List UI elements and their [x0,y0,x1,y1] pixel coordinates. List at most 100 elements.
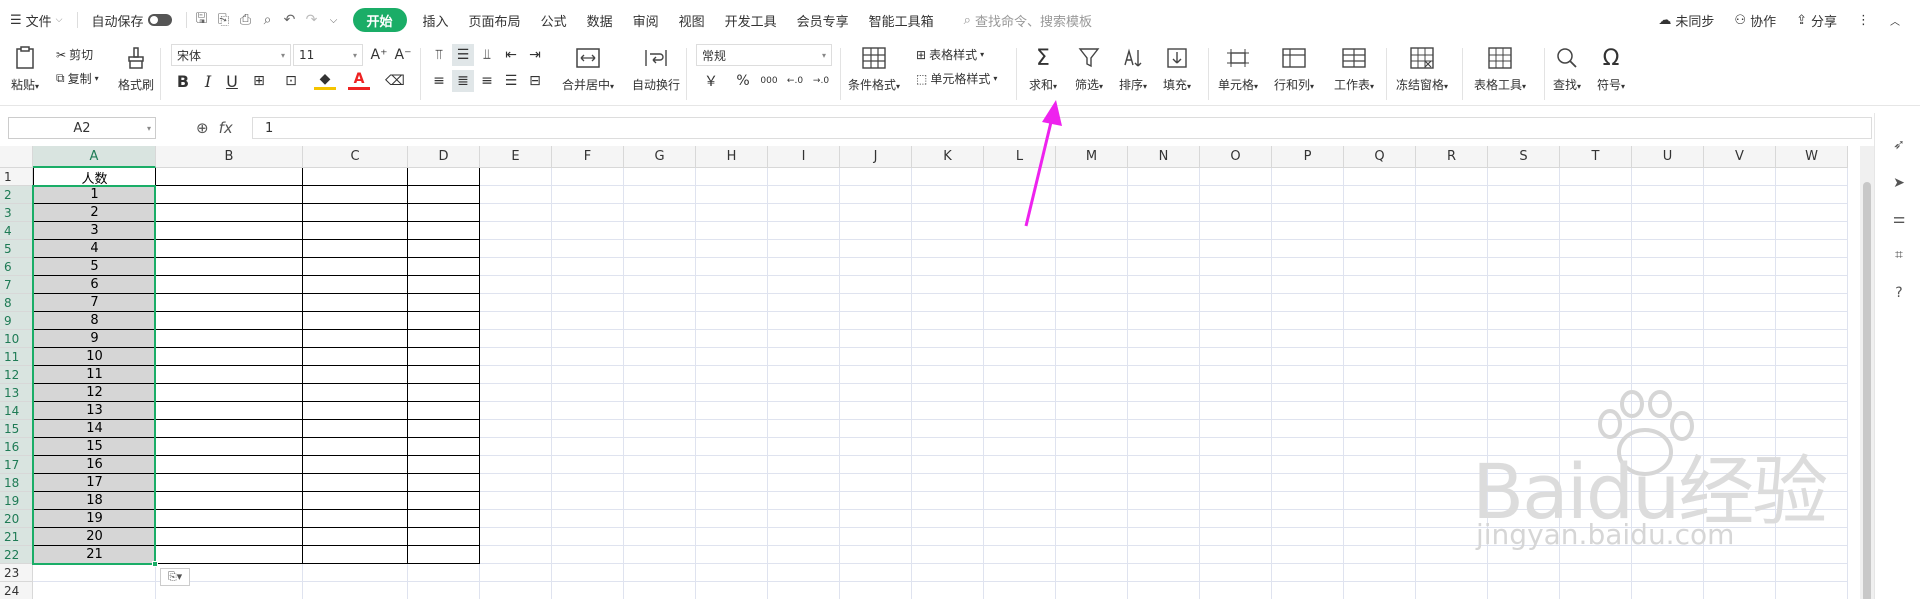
vertical-scrollbar[interactable] [1860,146,1874,599]
align-left-icon[interactable]: ≡ [428,70,450,92]
rocket-icon[interactable]: ➶ [1889,135,1909,155]
decrease-decimal-icon[interactable]: →.0 [810,70,832,92]
tab-formulas[interactable]: 公式 [531,7,577,33]
name-box[interactable]: A2 ▾ [8,117,156,139]
row-header[interactable]: 15 [0,420,33,438]
row-header[interactable]: 11 [0,348,33,366]
output-icon[interactable]: ⎘ [213,9,235,31]
sliders-icon[interactable]: ⚌ [1889,209,1909,229]
distribute-icon[interactable]: ⊟ [524,70,546,92]
row-header[interactable]: 17 [0,456,33,474]
column-header[interactable]: W [1776,146,1848,168]
fill-style-icon[interactable]: ⊡ [280,70,302,92]
cell-style-button[interactable]: ⬚ 单元格样式 ▾ [916,70,997,87]
align-middle-icon[interactable]: ☰ [452,44,474,66]
table-tools-button[interactable]: 表格工具▾ [1474,44,1526,93]
tab-smart-toolbox[interactable]: 智能工具箱 [859,7,944,33]
fill-color-icon[interactable]: ◆ [314,70,336,90]
column-header[interactable]: J [840,146,912,168]
row-header[interactable]: 18 [0,474,33,492]
italic-icon[interactable]: I [197,70,219,92]
symbol-button[interactable]: Ω 符号▾ [1596,44,1626,93]
table-style-button[interactable]: ⊞ 表格样式 ▾ [916,46,984,63]
eraser-icon[interactable]: ⌫ [384,70,406,92]
increase-font-icon[interactable]: A⁺ [368,44,390,66]
tab-developer[interactable]: 开发工具 [715,7,787,33]
undo-icon[interactable]: ↶ [279,9,301,31]
column-header[interactable]: D [408,146,480,168]
column-header[interactable]: O [1200,146,1272,168]
row-header[interactable]: 2 [0,186,33,204]
column-header[interactable]: V [1704,146,1776,168]
scrollbar-thumb[interactable] [1863,182,1871,599]
column-header[interactable]: G [624,146,696,168]
row-header[interactable]: 9 [0,312,33,330]
zoom-icon[interactable]: ⊕ [196,119,209,137]
file-menu[interactable]: ☰ 文件 ⌵ [0,7,73,33]
collaborate-button[interactable]: ⚇ 协作 [1724,7,1786,33]
align-bottom-icon[interactable]: ⫫ [476,44,498,66]
decrease-font-icon[interactable]: A⁻ [392,44,414,66]
save-icon[interactable]: 🖫 [191,9,213,31]
sum-button[interactable]: Σ 求和▾ [1028,44,1058,93]
cell-button[interactable]: 单元格▾ [1218,44,1258,93]
print-preview-icon[interactable]: ⌕ [257,9,279,31]
collapse-ribbon[interactable]: ︿ [1880,7,1920,33]
column-header[interactable]: B [156,146,303,168]
row-col-button[interactable]: 行和列▾ [1274,44,1314,93]
fill-button[interactable]: 填充▾ [1162,44,1192,93]
conditional-format-button[interactable]: 条件格式▾ [848,44,900,93]
column-header[interactable]: P [1272,146,1344,168]
justify-icon[interactable]: ☰ [500,70,522,92]
border-icon[interactable]: ⊞ [248,70,270,92]
column-header[interactable]: H [696,146,768,168]
indent-decrease-icon[interactable]: ⇤ [500,44,522,66]
row-header[interactable]: 22 [0,546,33,564]
column-header[interactable]: R [1416,146,1488,168]
row-header[interactable]: 24 [0,582,33,599]
underline-icon[interactable]: U [221,70,243,92]
worksheet-button[interactable]: 工作表▾ [1334,44,1374,93]
fx-icon[interactable]: fx [219,119,233,137]
column-header[interactable]: A [33,146,156,168]
column-header[interactable]: Q [1344,146,1416,168]
tab-member[interactable]: 会员专享 [787,7,859,33]
column-header[interactable]: S [1488,146,1560,168]
column-header[interactable]: C [303,146,408,168]
percent-icon[interactable]: % [732,70,754,92]
format-painter-button[interactable]: 格式刷 [118,44,154,93]
select-all-corner[interactable] [0,146,33,168]
row-header[interactable]: 12 [0,366,33,384]
row-header[interactable]: 23 [0,564,33,582]
more-menu[interactable]: ⋮ [1847,7,1880,33]
redo-icon[interactable]: ↷ [301,9,323,31]
column-header[interactable]: F [552,146,624,168]
sort-button[interactable]: 排序▾ [1118,44,1148,93]
filter-button[interactable]: 筛选▾ [1074,44,1104,93]
find-button[interactable]: 查找▾ [1552,44,1582,93]
row-header[interactable]: 16 [0,438,33,456]
font-size-select[interactable]: 11 ▾ [293,44,363,66]
copy-button[interactable]: ⧉ 复制 ▾ [56,70,99,87]
tab-home[interactable]: 开始 [352,8,407,32]
cursor-icon[interactable]: ➤ [1889,173,1909,193]
column-header[interactable]: K [912,146,984,168]
row-header[interactable]: 4 [0,222,33,240]
row-header[interactable]: 7 [0,276,33,294]
column-header[interactable]: I [768,146,840,168]
autosave-toggle[interactable]: 自动保存 [82,7,182,33]
freeze-panes-button[interactable]: 冻结窗格▾ [1396,44,1448,93]
align-right-icon[interactable]: ≡ [476,70,498,92]
row-header[interactable]: 13 [0,384,33,402]
sync-button[interactable]: ☁ 未同步 [1648,7,1724,33]
command-search[interactable]: ⌕ 查找命令、搜索模板 [954,11,1102,30]
row-header[interactable]: 19 [0,492,33,510]
row-header[interactable]: 1 [0,168,33,186]
share-button[interactable]: ⇪ 分享 [1786,7,1847,33]
wrap-text-button[interactable]: 自动换行 [632,44,680,93]
increase-decimal-icon[interactable]: ←.0 [784,70,806,92]
paste-options-button[interactable]: ⎘▾ [160,568,190,586]
font-color-icon[interactable]: A [348,70,370,90]
tab-page-layout[interactable]: 页面布局 [459,7,531,33]
thousands-icon[interactable]: 000 [756,70,782,92]
